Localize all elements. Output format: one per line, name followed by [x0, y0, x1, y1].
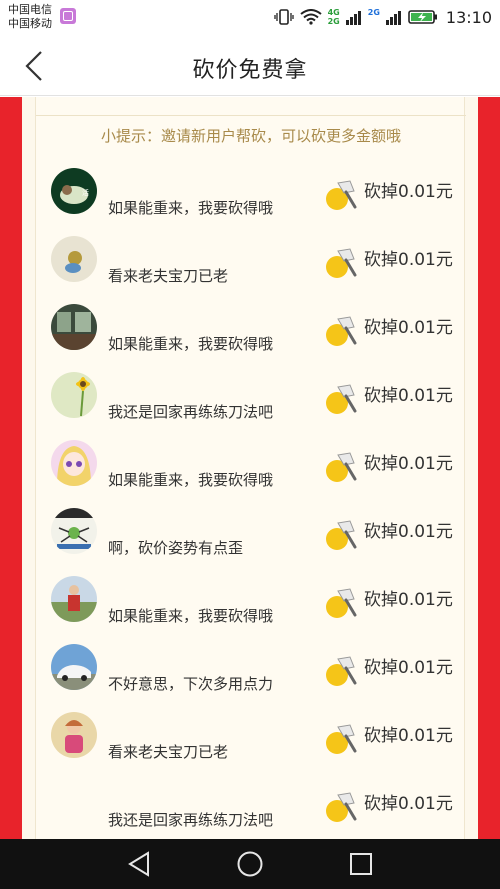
avatar	[51, 508, 97, 554]
cut-amount: 砍掉0.01元	[364, 454, 453, 474]
helper-message: 如果能重来，我要砍得哦	[108, 335, 274, 353]
list-item: 我还是回家再练练刀法吧 砍掉0.01元	[36, 369, 466, 437]
signal-icon-1	[345, 11, 361, 25]
avatar	[51, 644, 97, 690]
helper-message: 如果能重来，我要砍得哦	[108, 607, 274, 625]
helper-message: 如果能重来，我要砍得哦	[108, 199, 274, 217]
avatar	[51, 440, 97, 486]
title-bar: 砍价免费拿	[0, 36, 500, 96]
axe-icon	[326, 792, 357, 822]
invite-tip: 小提示：邀请新用户帮砍，可以砍更多金额哦	[100, 127, 401, 145]
status-bar: 中国电信 中国移动 4G 2G 2G 13:10	[0, 0, 500, 36]
axe-icon	[326, 316, 357, 346]
cut-amount: 砍掉0.01元	[364, 386, 453, 406]
axe-icon	[326, 588, 357, 618]
notification-app-icon	[60, 8, 76, 24]
circle-home-icon	[237, 851, 263, 877]
helpers-list[interactable]: 活 如果能重来，我要砍得哦 砍掉0.01元 看来老夫宝刀已老 砍掉0.01元 如…	[36, 165, 466, 839]
cut-amount: 砍掉0.01元	[364, 250, 453, 270]
helper-message: 啊，砍价姿势有点歪	[108, 539, 244, 557]
list-item: 不好意思，下次多用点力 砍掉0.01元	[36, 641, 466, 709]
helper-message: 看来老夫宝刀已老	[108, 743, 229, 761]
list-item: 如果能重来，我要砍得哦 砍掉0.01元	[36, 573, 466, 641]
list-item: 如果能重来，我要砍得哦 砍掉0.01元	[36, 437, 466, 505]
axe-icon	[326, 248, 357, 278]
avatar: 活	[51, 168, 97, 214]
page-title: 砍价免费拿	[192, 58, 308, 83]
axe-icon	[326, 724, 357, 754]
avatar	[51, 304, 97, 350]
net-2g-label-b: 2G	[367, 8, 380, 17]
nav-recent-button[interactable]	[346, 849, 376, 879]
carrier-info: 中国电信 中国移动	[8, 3, 52, 31]
list-item: 啊，砍价姿势有点歪 砍掉0.01元	[36, 505, 466, 573]
axe-icon	[326, 452, 357, 482]
svg-text:活: 活	[82, 188, 89, 197]
axe-icon	[326, 384, 357, 414]
net-type-1: 4G 2G	[328, 8, 340, 26]
helpers-panel: 小提示：邀请新用户帮砍，可以砍更多金额哦 活 如果能重来，我要砍得哦 砍掉0.0…	[22, 97, 478, 839]
cut-amount: 砍掉0.01元	[364, 658, 453, 678]
net-4g-label: 4G	[327, 8, 340, 17]
avatar	[51, 576, 97, 622]
net-2g-label: 2G	[327, 17, 340, 26]
cut-amount: 砍掉0.01元	[364, 522, 453, 542]
helper-message: 我还是回家再练练刀法吧	[108, 811, 274, 829]
list-item: 如果能重来，我要砍得哦 砍掉0.01元	[36, 301, 466, 369]
helpers-card: 小提示：邀请新用户帮砍，可以砍更多金额哦 活 如果能重来，我要砍得哦 砍掉0.0…	[35, 97, 466, 839]
avatar	[51, 372, 97, 418]
nav-home-button[interactable]	[235, 849, 265, 879]
helper-message: 如果能重来，我要砍得哦	[108, 471, 274, 489]
divider	[36, 115, 466, 116]
list-item: 我还是回家再练练刀法吧 砍掉0.01元	[36, 777, 466, 839]
list-item: 活 如果能重来，我要砍得哦 砍掉0.01元	[36, 165, 466, 233]
cut-amount: 砍掉0.01元	[364, 726, 453, 746]
list-item: 看来老夫宝刀已老 砍掉0.01元	[36, 709, 466, 777]
wifi-icon	[299, 9, 322, 25]
status-icons: 4G 2G 2G 13:10	[273, 6, 492, 28]
axe-icon	[326, 520, 357, 550]
list-item: 看来老夫宝刀已老 砍掉0.01元	[36, 233, 466, 301]
cut-amount: 砍掉0.01元	[364, 590, 453, 610]
signal-icon-2	[385, 11, 401, 25]
triangle-back-icon	[128, 851, 149, 877]
avatar	[51, 712, 97, 758]
axe-icon	[326, 656, 357, 686]
system-nav-bar	[0, 839, 500, 889]
battery-charging-icon	[408, 10, 437, 24]
square-recent-icon	[350, 853, 372, 875]
carrier-1: 中国电信	[8, 3, 52, 16]
helper-message: 看来老夫宝刀已老	[108, 267, 229, 285]
vibrate-icon	[273, 9, 294, 25]
cut-amount: 砍掉0.01元	[364, 182, 453, 202]
avatar	[51, 236, 97, 282]
cut-amount: 砍掉0.01元	[364, 794, 453, 814]
clock: 13:10	[445, 7, 492, 27]
net-type-2: 2G	[368, 8, 380, 26]
content-area[interactable]: 小提示：邀请新用户帮砍，可以砍更多金额哦 活 如果能重来，我要砍得哦 砍掉0.0…	[0, 97, 500, 839]
cut-amount: 砍掉0.01元	[364, 318, 453, 338]
carrier-2: 中国移动	[8, 17, 52, 30]
helper-message: 不好意思，下次多用点力	[108, 675, 274, 693]
nav-back-button[interactable]	[124, 849, 154, 879]
axe-icon	[326, 180, 357, 210]
helper-message: 我还是回家再练练刀法吧	[108, 403, 274, 421]
